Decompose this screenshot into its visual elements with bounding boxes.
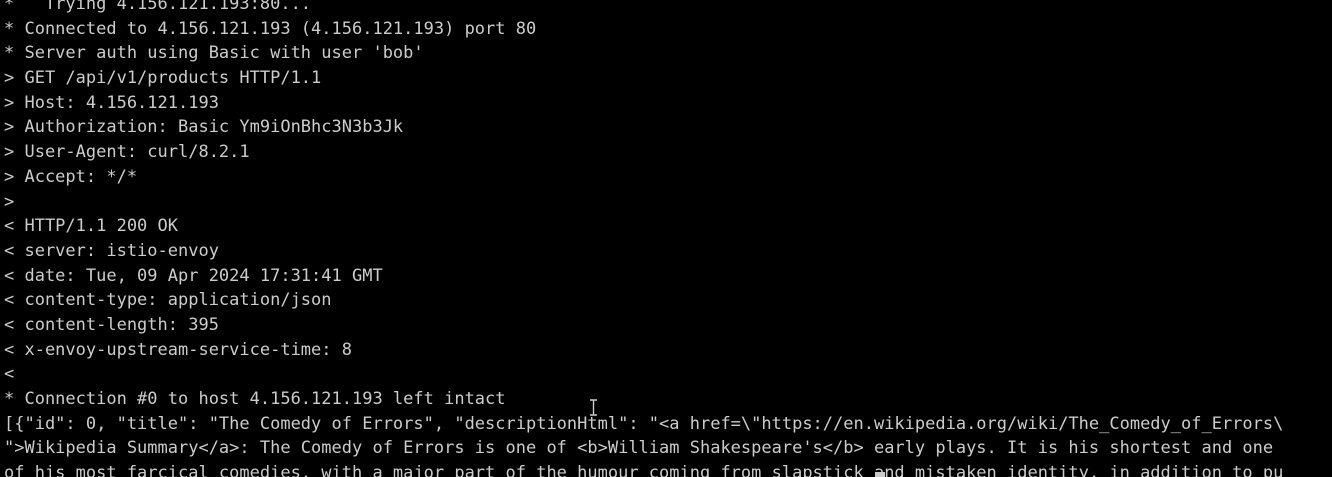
terminal-line: < content-type: application/json <box>4 290 332 311</box>
terminal-line: > Accept: */* <box>4 166 138 187</box>
terminal-line: * Trying 4.156.121.193:80... <box>4 0 312 14</box>
terminal-line: > User-Agent: curl/8.2.1 <box>4 142 250 163</box>
terminal-line: [{"id": 0, "title": "The Comedy of Error… <box>4 413 1284 434</box>
terminal-line: * Connected to 4.156.121.193 (4.156.121.… <box>4 18 537 39</box>
terminal-line: * Connection #0 to host 4.156.121.193 le… <box>4 389 506 409</box>
terminal-line: < date: Tue, 09 Apr 2024 17:31:41 GMT <box>4 265 383 286</box>
terminal-line: > GET /api/v1/products HTTP/1.1 <box>4 68 322 89</box>
terminal-line: < server: istio-envoy <box>4 240 219 261</box>
terminal-line: < <box>4 364 15 385</box>
terminal-line: of his most farcical comedies, with a ma… <box>4 463 1284 477</box>
terminal-line: ">Wikipedia Summary</a>: The Comedy of E… <box>4 438 1274 459</box>
terminal-window[interactable]: * Trying 4.156.121.193:80... * Connected… <box>0 0 1332 477</box>
text-cursor <box>875 472 885 477</box>
terminal-line: * Server auth using Basic with user 'bob… <box>4 43 424 64</box>
terminal-line: < content-length: 395 <box>4 314 219 335</box>
terminal-line: > <box>4 191 15 212</box>
terminal-line: > Host: 4.156.121.193 <box>4 92 219 113</box>
terminal-line: < HTTP/1.1 200 OK <box>4 216 178 237</box>
terminal-output: * Trying 4.156.121.193:80... * Connected… <box>4 0 1330 477</box>
terminal-line: < x-envoy-upstream-service-time: 8 <box>4 339 352 360</box>
ibeam-cursor-icon <box>590 399 597 416</box>
terminal-line: > Authorization: Basic Ym9iOnBhc3N3b3Jk <box>4 117 404 138</box>
